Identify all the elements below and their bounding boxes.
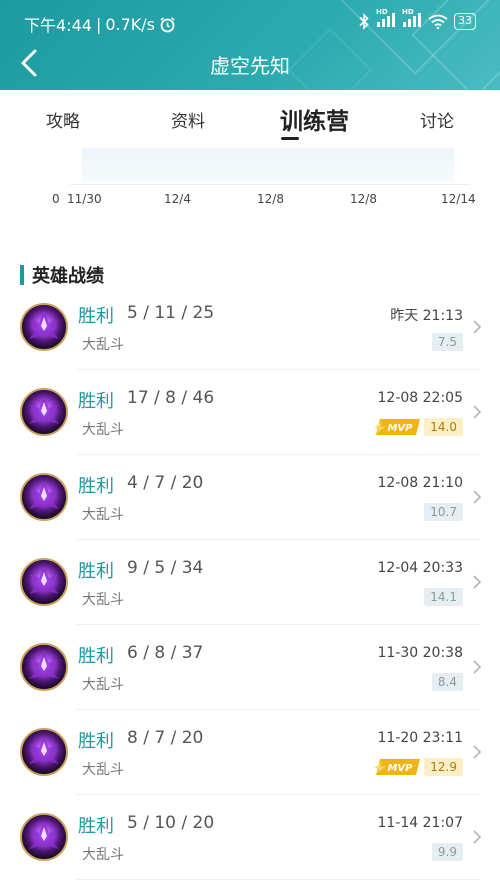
match-kda: 9 / 5 / 34 [127, 558, 204, 578]
tab-discussion[interactable]: 讨论 [420, 107, 454, 132]
page-title: 虚空先知 [210, 54, 290, 78]
hero-avatar [20, 388, 68, 436]
x-tick-label: 12/4 [164, 192, 191, 206]
chevron-right-icon [473, 745, 482, 759]
hd-label: HD [376, 8, 388, 16]
list-item[interactable]: 胜利 4 / 7 / 20 大乱斗 12-08 21:10 10.7 [0, 455, 500, 540]
match-mode: 大乱斗 [82, 337, 124, 353]
row-divider [76, 879, 480, 880]
list-item[interactable]: 胜利 9 / 5 / 34 大乱斗 12-04 20:33 14.1 [0, 540, 500, 625]
x-tick-label: 12/14 [441, 192, 476, 206]
match-mode: 大乱斗 [82, 762, 124, 778]
match-mode: 大乱斗 [82, 677, 124, 693]
x-tick-label: 11/30 [67, 192, 102, 206]
hero-avatar [20, 558, 68, 606]
match-result: 胜利 [78, 816, 114, 837]
hero-avatar [20, 473, 68, 521]
status-bar: 下午4:44 | 0.7K/s HD HD 33 [0, 0, 500, 44]
chevron-right-icon [473, 830, 482, 844]
hero-avatar [20, 303, 68, 351]
tab-bar: 攻略 资料 训练营 讨论 [0, 90, 500, 148]
alarm-icon [160, 16, 175, 32]
performance-chart: 0 11/30 12/4 12/8 12/8 12/14 [0, 148, 500, 212]
chevron-right-icon [473, 490, 482, 504]
match-result: 胜利 [78, 561, 114, 582]
match-result: 胜利 [78, 306, 114, 327]
hero-avatar [20, 643, 68, 691]
tab-info[interactable]: 资料 [171, 107, 205, 132]
hero-avatar [20, 728, 68, 776]
match-mode: 大乱斗 [82, 847, 124, 863]
mvp-badge: MVP [374, 419, 420, 435]
network-speed: 0.7K/s [105, 14, 155, 34]
list-item[interactable]: 胜利 5 / 11 / 25 大乱斗 昨天 21:13 7.5 [0, 285, 500, 370]
match-mode: 大乱斗 [82, 422, 124, 438]
chevron-right-icon [473, 320, 482, 334]
match-kda: 5 / 10 / 20 [127, 813, 215, 833]
section-accent-bar [20, 265, 24, 285]
match-score: 7.5 [431, 333, 463, 351]
bluetooth-icon [359, 13, 369, 30]
y-tick-label: 0 [52, 192, 60, 206]
mvp-badge: MVP [374, 759, 420, 775]
list-item[interactable]: 胜利 8 / 7 / 20 大乱斗 11-20 23:11 MVP 12.9 [0, 710, 500, 795]
chevron-right-icon [473, 405, 482, 419]
match-result: 胜利 [78, 476, 114, 497]
match-kda: 4 / 7 / 20 [127, 473, 204, 493]
status-time: 下午4:44 [24, 16, 92, 35]
match-kda: 6 / 8 / 37 [127, 643, 204, 663]
chevron-right-icon [473, 660, 482, 674]
wifi-icon [428, 14, 448, 29]
status-separator: | [95, 14, 102, 34]
match-score: 14.0 [424, 418, 463, 436]
tab-training-camp[interactable]: 训练营 [280, 102, 349, 136]
match-result: 胜利 [78, 391, 114, 412]
match-time: 12-08 21:10 [377, 475, 463, 491]
hd-label: HD [402, 8, 414, 16]
match-kda: 5 / 11 / 25 [127, 303, 215, 323]
match-kda: 8 / 7 / 20 [127, 728, 204, 748]
match-result: 胜利 [78, 731, 114, 752]
list-item[interactable]: 胜利 6 / 8 / 37 大乱斗 11-30 20:38 8.4 [0, 625, 500, 710]
match-time: 12-04 20:33 [377, 560, 463, 576]
match-score: 9.9 [431, 843, 463, 861]
x-tick-label: 12/8 [257, 192, 284, 206]
match-score: 10.7 [424, 503, 463, 521]
match-mode: 大乱斗 [82, 592, 124, 608]
mvp-label: MVP [387, 763, 413, 774]
app-header: 下午4:44 | 0.7K/s HD HD 33 虚空先知 [0, 0, 500, 90]
list-item[interactable]: 胜利 17 / 8 / 46 大乱斗 12-08 22:05 MVP 14.0 [0, 370, 500, 455]
match-time: 昨天 21:13 [390, 308, 463, 324]
match-result: 胜利 [78, 646, 114, 667]
match-kda: 17 / 8 / 46 [127, 388, 215, 408]
list-item[interactable]: 胜利 5 / 10 / 20 大乱斗 11-14 21:07 9.9 [0, 795, 500, 880]
match-score: 8.4 [431, 673, 463, 691]
match-score: 12.9 [424, 758, 463, 776]
battery-indicator: 33 [454, 13, 476, 30]
hero-avatar [20, 813, 68, 861]
match-time: 11-14 21:07 [377, 815, 463, 831]
chart-area [82, 148, 454, 182]
match-time: 11-20 23:11 [377, 730, 463, 746]
match-score: 14.1 [424, 588, 463, 606]
mvp-label: MVP [387, 423, 413, 434]
section-header: 英雄战绩 [20, 264, 104, 287]
chart-axis [70, 184, 470, 185]
match-time: 12-08 22:05 [377, 390, 463, 406]
x-tick-label: 12/8 [350, 192, 377, 206]
match-time: 11-30 20:38 [377, 645, 463, 661]
active-tab-indicator [281, 137, 299, 140]
chevron-right-icon [473, 575, 482, 589]
tab-guide[interactable]: 攻略 [46, 107, 80, 132]
match-mode: 大乱斗 [82, 507, 124, 523]
